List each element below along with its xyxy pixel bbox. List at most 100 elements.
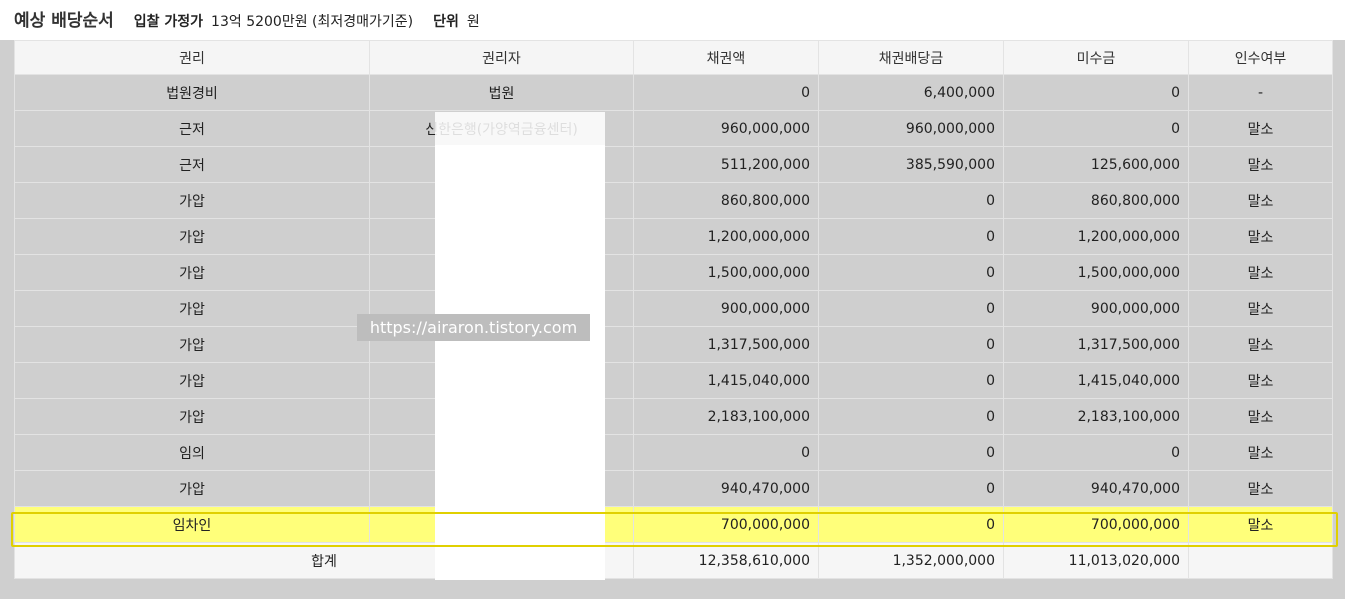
cell-assumed: 말소 <box>1188 434 1333 471</box>
cell-unpaid: 1,500,000,000 <box>1003 254 1189 291</box>
table-row: 가압신보1,500,000,00001,500,000,000말소 <box>14 254 1333 291</box>
cell-assumed: 말소 <box>1188 290 1333 327</box>
watermark: https://airaron.tistory.com <box>357 314 590 341</box>
cell-assumed: 말소 <box>1188 146 1333 183</box>
bid-label: 입찰 가정가 <box>133 14 204 30</box>
cell-unpaid: 700,000,000 <box>1003 506 1189 543</box>
cell-claim: 511,200,000 <box>633 146 819 183</box>
redaction-block-top <box>435 112 605 145</box>
header-bar: 예상 배당순서 입찰 가정가 13억 5200만원 (최저경매가기준) 단위 원 <box>0 0 1345 40</box>
cell-right: 가압 <box>14 182 370 219</box>
redaction-block <box>435 145 605 580</box>
table-body: 법원경비법원06,400,0000-근저신한은행(가양역금융센터)960,000… <box>14 74 1333 579</box>
cell-claim: 700,000,000 <box>633 506 819 543</box>
unit-value: 원 <box>466 14 480 30</box>
cell-claim: 900,000,000 <box>633 290 819 327</box>
table-row: 법원경비 법원 0 6,400,000 0- <box>14 74 1333 111</box>
cell-assumed: 말소 <box>1188 218 1333 255</box>
table-row: 임의 0 0 0 말소 <box>14 434 1333 471</box>
cell-claim: 2,183,100,000 <box>633 398 819 435</box>
cell-unpaid: 2,183,100,000 <box>1003 398 1189 435</box>
table-row: 가압신보1,200,000,00001,200,000,000말소 <box>14 218 1333 255</box>
table-row: 임차인권700,000,0000700,000,000말소 <box>14 506 1333 543</box>
title-row: 예상 배당순서 입찰 가정가 13억 5200만원 (최저경매가기준) 단위 원 <box>14 6 480 36</box>
table-row: 가압신한860,800,0000860,800,000말소 <box>14 182 1333 219</box>
col-header-right: 권리 <box>14 40 370 75</box>
page-title: 예상 배당순서 <box>14 11 114 31</box>
unit-label: 단위 <box>433 14 459 30</box>
cell-assumed: 말소 <box>1188 398 1333 435</box>
table-row: 가압국민1,415,040,00001,415,040,000말소 <box>14 362 1333 399</box>
cell-dividend: 960,000,000 <box>818 110 1004 147</box>
cell-right: 가압 <box>14 326 370 363</box>
dividend-table: 권리 권리자 채권액 채권배당금 미수금 인수여부 법원경비 법원 0 6,400,0… <box>14 40 1333 579</box>
table-row: 가압중940,470,0000940,470,000말소 <box>14 470 1333 507</box>
total-unpaid: 11,013,020,000 <box>1003 542 1189 579</box>
cell-assumed: 말소 <box>1188 182 1333 219</box>
cell-claim: 1,500,000,000 <box>633 254 819 291</box>
col-header-dividend: 채권배당금 <box>818 40 1004 75</box>
cell-unpaid: 0 <box>1003 434 1189 471</box>
cell-claim: 1,200,000,000 <box>633 218 819 255</box>
cell-assumed: 말소 <box>1188 362 1333 399</box>
cell-dividend: 0 <box>818 290 1004 327</box>
col-header-claim: 채권액 <box>633 40 819 75</box>
cell-unpaid: 860,800,000 <box>1003 182 1189 219</box>
table-row: 근저 511,200,000 385,590,000 125,600,000 말소 <box>14 146 1333 183</box>
cell-claim: 1,317,500,000 <box>633 326 819 363</box>
cell-dividend: 0 <box>818 326 1004 363</box>
cell-unpaid: 0 <box>1003 74 1189 111</box>
cell-assumed: 말소 <box>1188 326 1333 363</box>
cell-dividend: 0 <box>818 506 1004 543</box>
col-header-assumed: 인수여부 <box>1188 40 1333 75</box>
cell-claim: 1,415,040,000 <box>633 362 819 399</box>
cell-unpaid: 0 <box>1003 110 1189 147</box>
cell-unpaid: 1,200,000,000 <box>1003 218 1189 255</box>
table-total-row: 합계 12,358,610,000 1,352,000,000 11,013,020,… <box>14 542 1333 579</box>
cell-assumed: 말소 <box>1188 110 1333 147</box>
cell-right: 가압 <box>14 218 370 255</box>
bid-value: 13억 5200만원 (최저경매가기준) <box>211 14 414 30</box>
col-header-holder: 권리자 <box>369 40 634 75</box>
cell-dividend: 0 <box>818 470 1004 507</box>
cell-dividend: 0 <box>818 434 1004 471</box>
cell-dividend: 0 <box>818 398 1004 435</box>
cell-unpaid: 1,415,040,000 <box>1003 362 1189 399</box>
cell-dividend: 0 <box>818 218 1004 255</box>
cell-right: 가압 <box>14 398 370 435</box>
cell-dividend: 0 <box>818 182 1004 219</box>
cell-right: 근저 <box>14 110 370 147</box>
total-assumed <box>1188 542 1333 579</box>
cell-right: 법원경비 <box>14 74 370 111</box>
cell-claim: 940,470,000 <box>633 470 819 507</box>
cell-holder: 법원 <box>369 74 634 111</box>
cell-unpaid: 1,317,500,000 <box>1003 326 1189 363</box>
cell-dividend: 6,400,000 <box>818 74 1004 111</box>
cell-claim: 0 <box>633 74 819 111</box>
cell-assumed: 말소 <box>1188 470 1333 507</box>
cell-right: 가압 <box>14 254 370 291</box>
cell-right: 임차인 <box>14 506 370 543</box>
cell-right: 가압 <box>14 290 370 327</box>
total-dividend: 1,352,000,000 <box>818 542 1004 579</box>
cell-right: 근저 <box>14 146 370 183</box>
cell-right: 임의 <box>14 434 370 471</box>
cell-claim: 960,000,000 <box>633 110 819 147</box>
table-row: 근저신한은행(가양역금융센터)960,000,000960,000,0000말소 <box>14 110 1333 147</box>
cell-claim: 0 <box>633 434 819 471</box>
cell-unpaid: 125,600,000 <box>1003 146 1189 183</box>
cell-right: 가압 <box>14 362 370 399</box>
cell-assumed: 말소 <box>1188 254 1333 291</box>
cell-assumed: - <box>1188 74 1333 111</box>
cell-dividend: 385,590,000 <box>818 146 1004 183</box>
table-row: 가압 900,000,000 0 900,000,000 말소 <box>14 290 1333 327</box>
cell-dividend: 0 <box>818 254 1004 291</box>
cell-right: 가압 <box>14 470 370 507</box>
cell-claim: 860,800,000 <box>633 182 819 219</box>
cell-unpaid: 900,000,000 <box>1003 290 1189 327</box>
total-claim: 12,358,610,000 <box>633 542 819 579</box>
cell-assumed: 말소 <box>1188 506 1333 543</box>
table-row: 가압 1,317,500,000 0 1,317,500,000 말소 <box>14 326 1333 363</box>
col-header-unpaid: 미수금 <box>1003 40 1189 75</box>
cell-dividend: 0 <box>818 362 1004 399</box>
